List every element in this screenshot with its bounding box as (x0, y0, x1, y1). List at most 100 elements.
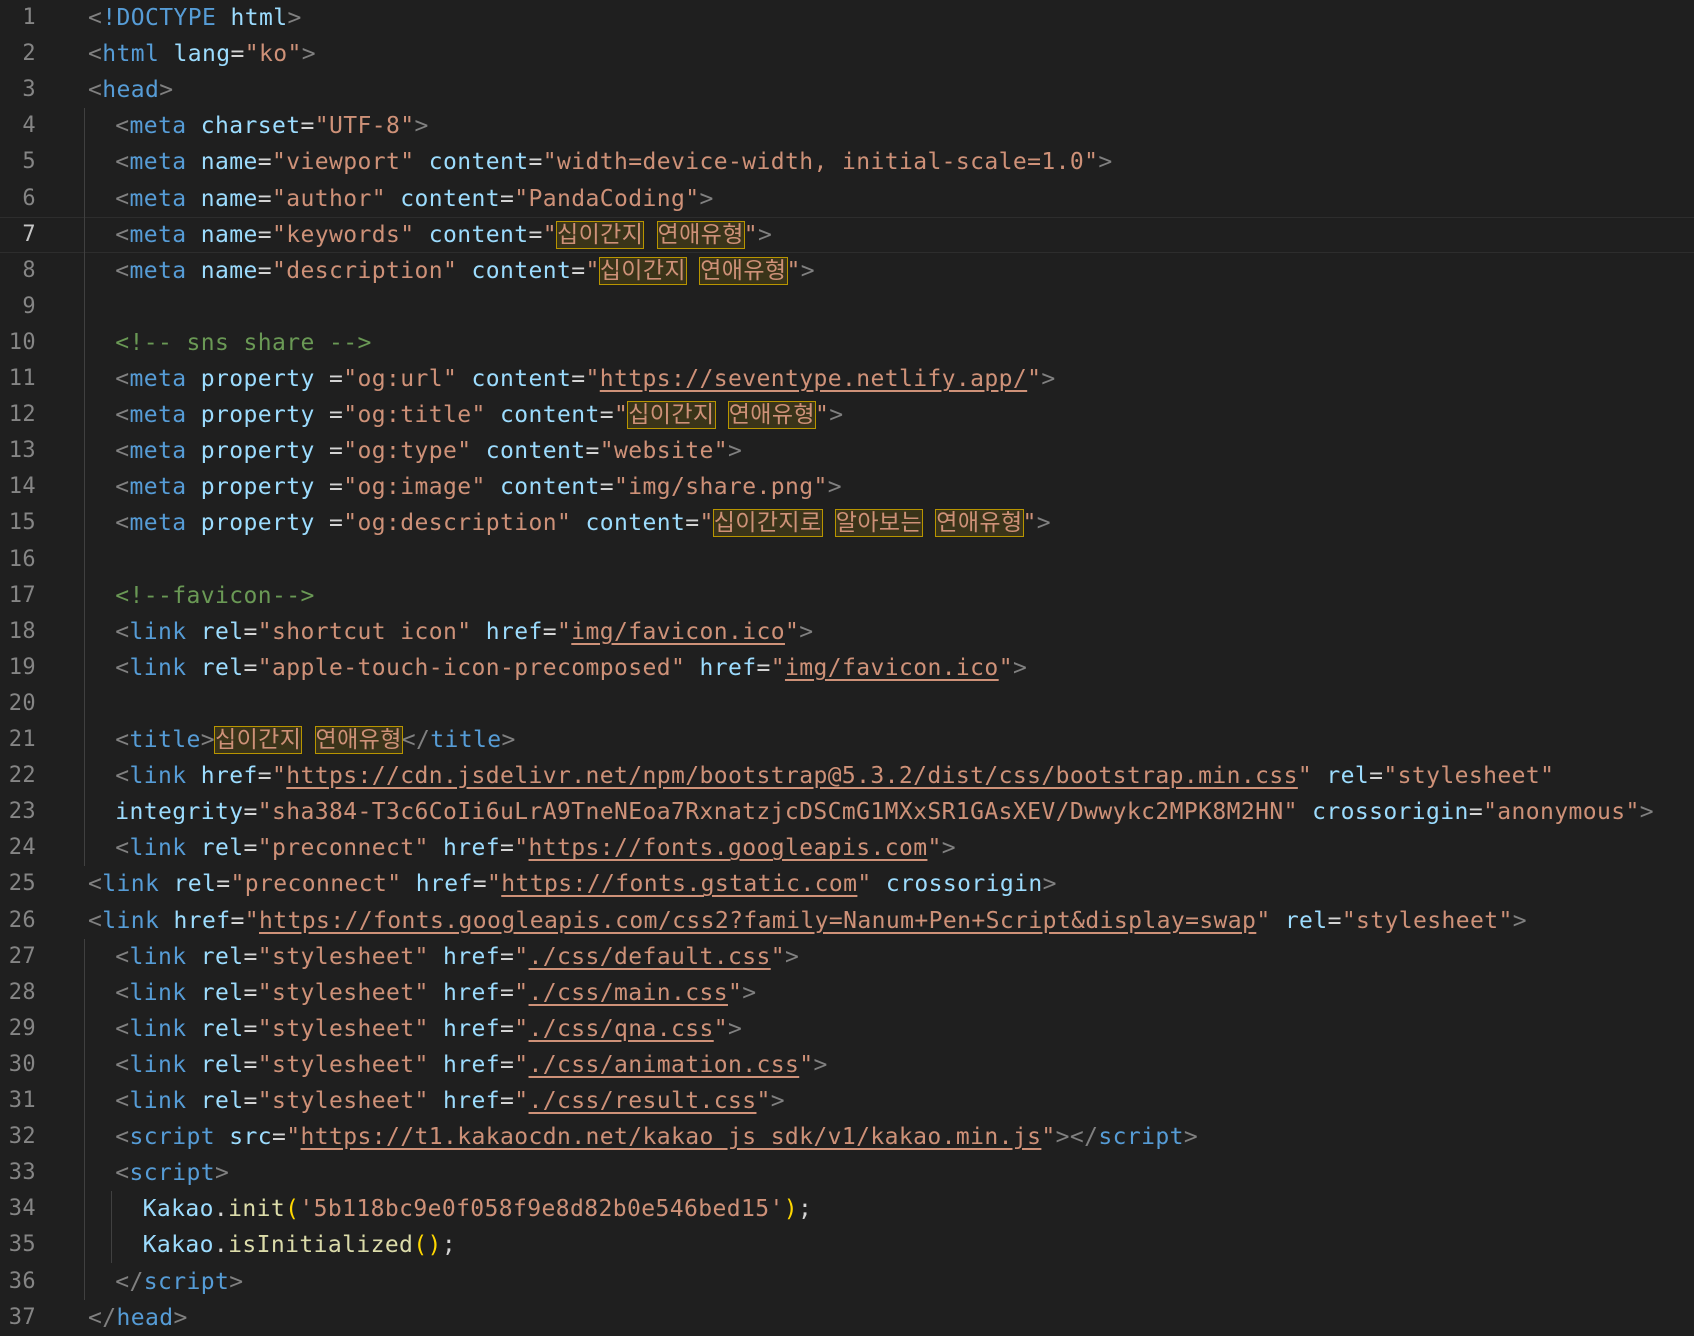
code-line[interactable]: 9 (0, 289, 1694, 325)
code-line[interactable]: 2 <html lang="ko"> (0, 36, 1694, 72)
code-line[interactable]: 35 Kakao.isInitialized(); (0, 1227, 1694, 1263)
comment: <!--favicon--> (115, 582, 315, 609)
code-line[interactable]: 6 <meta name="author" content="PandaCodin… (0, 181, 1694, 217)
url-link[interactable]: ./css/default.css (529, 944, 771, 970)
code-line[interactable]: 17 <!--favicon--> (0, 578, 1694, 614)
indent-guide (84, 108, 85, 867)
identifier: Kakao (142, 1232, 214, 1259)
attribute-name: href (173, 907, 231, 934)
code-text: <link rel="stylesheet" href="./css/anima… (115, 1047, 827, 1083)
plain-text (486, 474, 500, 500)
code-line[interactable]: 33 <script> (0, 1155, 1694, 1191)
code-line[interactable]: 36 </script> (0, 1264, 1694, 1300)
punctuation: > (1042, 871, 1057, 898)
plain-text (187, 1088, 201, 1114)
code-line[interactable]: 34 Kakao.init('5b118bc9e0f058f9e8d82b0e54… (0, 1191, 1694, 1227)
punctuation: > (742, 979, 757, 1006)
plain-text (571, 510, 585, 536)
url-link[interactable]: https://fonts.googleapis.com/css2?family… (259, 908, 1256, 934)
url-link[interactable]: ./css/result.css (529, 1088, 757, 1114)
code-line[interactable]: 7 <meta name="keywords" content="십이간지 연애유… (0, 217, 1694, 253)
code-line[interactable]: 28 <link rel="stylesheet" href="./css/mai… (0, 975, 1694, 1011)
line-number: 20 (8, 690, 36, 716)
url-link[interactable]: img/favicon.ico (785, 655, 999, 681)
code-text: <!DOCTYPE html> (88, 0, 302, 36)
url-link[interactable]: img/favicon.ico (571, 619, 785, 645)
url-link[interactable]: https://fonts.gstatic.com (501, 871, 857, 897)
code-text: <title>십이간지 연애유형</title> (115, 722, 516, 758)
code-line[interactable]: 4 <meta charset="UTF-8"> (0, 108, 1694, 144)
code-editor[interactable]: 1 <!DOCTYPE html> 2 <html lang="ko"> 3 <head>… (0, 0, 1694, 1336)
line-number: 24 (8, 835, 36, 861)
code-line[interactable]: 18 <link rel="shortcut icon" href="img/fa… (0, 614, 1694, 650)
code-line[interactable]: 19 <link rel="apple-touch-icon-precompose… (0, 650, 1694, 686)
line-number: 1 (22, 5, 36, 30)
punctuation: > (501, 727, 516, 753)
tag-name: link (129, 979, 187, 1006)
code-line[interactable]: 16 (0, 542, 1694, 578)
code-line[interactable]: 31 <link rel="stylesheet" href="./css/res… (0, 1083, 1694, 1119)
string-literal: "PandaCoding" (514, 185, 700, 212)
code-line[interactable]: 12 <meta property ="og:title" content="십이… (0, 397, 1694, 433)
plain-text (159, 41, 173, 67)
operator: = (230, 41, 245, 68)
code-line[interactable]: 26 <link href="https://fonts.googleapis.c… (0, 903, 1694, 939)
url-link[interactable]: https://seventype.netlify.app/ (600, 366, 1027, 392)
url-link[interactable]: https://t1.kakaocdn.net/kakao_js_sdk/v1/… (301, 1124, 1042, 1150)
string-literal: " (244, 907, 259, 934)
plain-text (415, 149, 429, 175)
plain-text (187, 258, 201, 284)
code-line[interactable]: 30 <link rel="stylesheet" href="./css/ani… (0, 1047, 1694, 1083)
code-line[interactable]: 10 <!-- sns share --> (0, 325, 1694, 361)
punctuation: < (115, 1160, 130, 1187)
code-line[interactable]: 25 <link rel="preconnect" href="https://f… (0, 866, 1694, 902)
code-text: <meta name="description" content="십이간지 연… (115, 253, 815, 289)
code-line[interactable]: 13 <meta property ="og:type" content="web… (0, 433, 1694, 469)
code-line[interactable]: 1 <!DOCTYPE html> (0, 0, 1694, 36)
plain-text (187, 1016, 201, 1042)
operator: = (1327, 907, 1342, 934)
attribute-name: property (200, 438, 315, 465)
attribute-name: name (200, 221, 258, 248)
url-link[interactable]: https://cdn.jsdelivr.net/npm/bootstrap@5… (286, 763, 1298, 789)
line-number: 16 (8, 546, 36, 572)
attribute-name: rel (200, 1051, 244, 1078)
string-literal: " (786, 257, 801, 284)
code-line[interactable]: 5 <meta name="viewport" content="width=de… (0, 144, 1694, 180)
operator: = (300, 113, 315, 140)
code-line[interactable]: 32 <script src="https://t1.kakaocdn.net/k… (0, 1119, 1694, 1155)
plain-text (187, 402, 201, 428)
line-number: 34 (8, 1196, 36, 1222)
plain-text (216, 5, 230, 31)
code-line[interactable]: 14 <meta property ="og:image" content="im… (0, 469, 1694, 505)
code-line[interactable]: 37 </head> (0, 1300, 1694, 1336)
url-link[interactable]: https://fonts.googleapis.com (529, 835, 928, 861)
code-line[interactable]: 23 integrity="sha384-T3c6CoIi6uLrA9TneNEo… (0, 794, 1694, 830)
code-line[interactable]: 29 <link rel="stylesheet" href="./css/qna… (0, 1011, 1694, 1047)
code-text: </script> (115, 1264, 243, 1300)
code-line[interactable]: 24 <link rel="preconnect" href="https://f… (0, 830, 1694, 866)
plain-text (187, 619, 201, 645)
plain-text (187, 222, 201, 248)
plain-text (187, 186, 201, 212)
punctuation: > (1036, 510, 1052, 537)
bracket: ) (783, 1196, 798, 1223)
code-line[interactable]: 15 <meta property ="og:description" conte… (0, 505, 1694, 541)
string-literal: "keywords" (272, 221, 415, 248)
operator: = (500, 979, 515, 1006)
code-line[interactable]: 21 <title>십이간지 연애유형</title> (0, 722, 1694, 758)
string-literal: "width=device-width, initial-scale=1.0" (542, 149, 1099, 176)
code-line[interactable]: 22 <link href="https://cdn.jsdelivr.net/n… (0, 758, 1694, 794)
code-line[interactable]: 11 <meta property ="og:url" content="http… (0, 361, 1694, 397)
code-line[interactable]: 27 <link rel="stylesheet" href="./css/def… (0, 939, 1694, 975)
code-line[interactable]: 3 <head> (0, 72, 1694, 108)
url-link[interactable]: ./css/main.css (529, 980, 728, 1006)
code-line[interactable]: 20 (0, 686, 1694, 722)
url-link[interactable]: ./css/animation.css (529, 1052, 800, 1078)
operator: = (329, 474, 344, 501)
plain-text (187, 510, 201, 536)
plain-text (315, 474, 329, 500)
url-link[interactable]: ./css/qna.css (529, 1016, 714, 1042)
attribute-name: href (443, 835, 501, 862)
code-line[interactable]: 8 <meta name="description" content="십이간지 … (0, 253, 1694, 289)
